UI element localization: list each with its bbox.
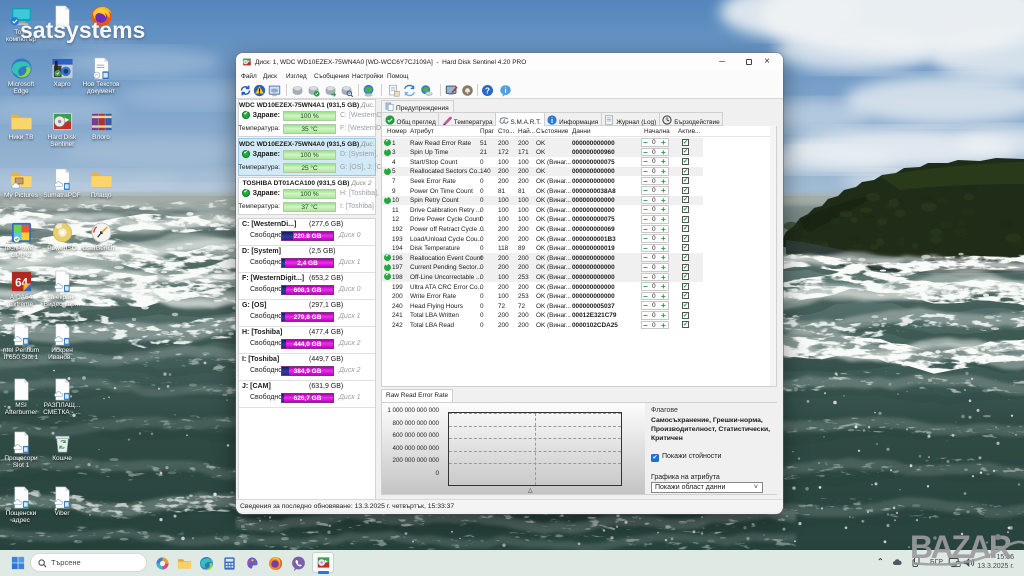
svg-text:i: i	[504, 86, 506, 95]
svg-text:i: i	[551, 116, 553, 125]
svg-text:?: ?	[485, 86, 490, 95]
